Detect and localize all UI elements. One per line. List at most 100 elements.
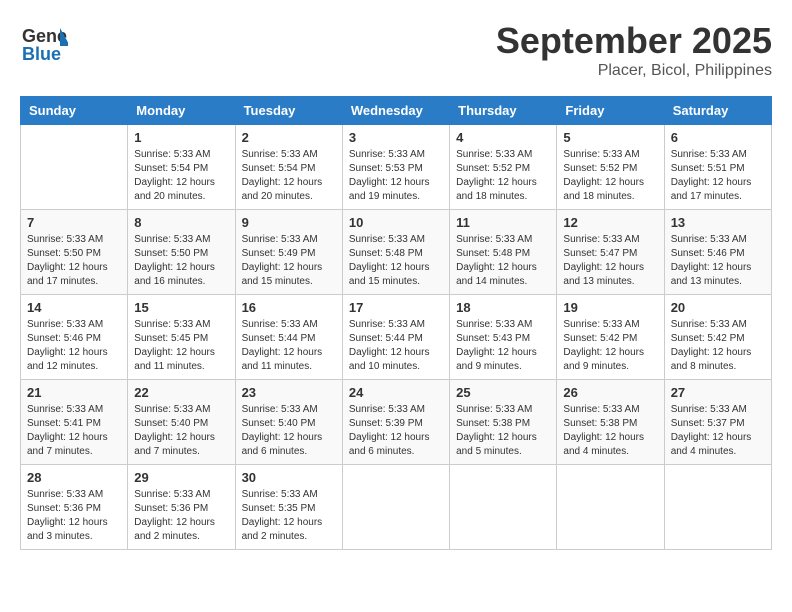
day-number: 22 <box>134 385 228 400</box>
day-info: Sunrise: 5:33 AMSunset: 5:37 PMDaylight:… <box>671 403 765 459</box>
calendar-cell: 3Sunrise: 5:33 AMSunset: 5:53 PMDaylight… <box>342 125 449 210</box>
calendar-dow-sunday: Sunday <box>21 97 128 125</box>
day-number: 10 <box>349 215 443 230</box>
day-number: 1 <box>134 130 228 145</box>
calendar-cell: 18 Sunrise: 5:33 AMSunset: 5:43 PMDayligh… <box>450 295 557 380</box>
calendar-cell: 8 Sunrise: 5:33 AMSunset: 5:50 PMDaylight… <box>128 210 235 295</box>
calendar-cell <box>450 465 557 550</box>
page-header: General Blue September 2025 Placer, Bico… <box>20 20 772 80</box>
day-info: Sunrise: 5:33 AMSunset: 5:49 PMDaylight:… <box>242 233 336 289</box>
calendar-cell: 14 Sunrise: 5:33 AMSunset: 5:46 PMDayligh… <box>21 295 128 380</box>
day-number: 16 <box>242 300 336 315</box>
day-info: Sunrise: 5:33 AMSunset: 5:52 PMDaylight:… <box>563 148 657 204</box>
day-number: 28 <box>27 470 121 485</box>
day-info: Sunrise: 5:33 AMSunset: 5:44 PMDaylight:… <box>349 318 443 374</box>
day-info: Sunrise: 5:33 AMSunset: 5:46 PMDaylight:… <box>671 233 765 289</box>
day-info: Sunrise: 5:33 AMSunset: 5:40 PMDaylight:… <box>134 403 228 459</box>
calendar-cell: 15 Sunrise: 5:33 AMSunset: 5:45 PMDayligh… <box>128 295 235 380</box>
calendar-cell: 17 Sunrise: 5:33 AMSunset: 5:44 PMDayligh… <box>342 295 449 380</box>
day-info: Sunrise: 5:33 AMSunset: 5:40 PMDaylight:… <box>242 403 336 459</box>
day-number: 21 <box>27 385 121 400</box>
calendar-cell: 13Sunrise: 5:33 AMSunset: 5:46 PMDayligh… <box>664 210 771 295</box>
page-title: September 2025 <box>496 20 772 62</box>
day-number: 2 <box>242 130 336 145</box>
calendar-cell: 12 Sunrise: 5:33 AMSunset: 5:47 PMDayligh… <box>557 210 664 295</box>
calendar-cell: 10Sunrise: 5:33 AMSunset: 5:48 PMDayligh… <box>342 210 449 295</box>
day-number: 7 <box>27 215 121 230</box>
day-info: Sunrise: 5:33 AMSunset: 5:39 PMDaylight:… <box>349 403 443 459</box>
day-number: 24 <box>349 385 443 400</box>
day-info: Sunrise: 5:33 AMSunset: 5:38 PMDaylight:… <box>456 403 550 459</box>
logo: General Blue <box>20 20 72 68</box>
calendar-dow-tuesday: Tuesday <box>235 97 342 125</box>
calendar-cell: 26 Sunrise: 5:33 AMSunset: 5:38 PMDayligh… <box>557 380 664 465</box>
title-block: September 2025 Placer, Bicol, Philippine… <box>496 20 772 80</box>
day-info: Sunrise: 5:33 AMSunset: 5:50 PMDaylight:… <box>134 233 228 289</box>
day-info: Sunrise: 5:33 AMSunset: 5:45 PMDaylight:… <box>134 318 228 374</box>
day-info: Sunrise: 5:33 AMSunset: 5:47 PMDaylight:… <box>563 233 657 289</box>
calendar-week-4: 21 Sunrise: 5:33 AMSunset: 5:41 PMDayligh… <box>21 380 772 465</box>
calendar-cell: 11Sunrise: 5:33 AMSunset: 5:48 PMDayligh… <box>450 210 557 295</box>
day-number: 4 <box>456 130 550 145</box>
calendar-cell: 6Sunrise: 5:33 AMSunset: 5:51 PMDaylight… <box>664 125 771 210</box>
day-info: Sunrise: 5:33 AMSunset: 5:54 PMDaylight:… <box>242 148 336 204</box>
day-info: Sunrise: 5:33 AMSunset: 5:50 PMDaylight:… <box>27 233 121 289</box>
calendar-cell <box>664 465 771 550</box>
calendar-cell <box>21 125 128 210</box>
calendar-dow-saturday: Saturday <box>664 97 771 125</box>
calendar-week-1: 1 Sunrise: 5:33 AMSunset: 5:54 PMDaylight… <box>21 125 772 210</box>
day-number: 25 <box>456 385 550 400</box>
calendar-week-3: 14 Sunrise: 5:33 AMSunset: 5:46 PMDayligh… <box>21 295 772 380</box>
calendar-cell: 22 Sunrise: 5:33 AMSunset: 5:40 PMDayligh… <box>128 380 235 465</box>
calendar-dow-friday: Friday <box>557 97 664 125</box>
calendar-cell: 4 Sunrise: 5:33 AMSunset: 5:52 PMDaylight… <box>450 125 557 210</box>
day-info: Sunrise: 5:33 AMSunset: 5:35 PMDaylight:… <box>242 488 336 544</box>
day-number: 14 <box>27 300 121 315</box>
calendar-cell <box>557 465 664 550</box>
day-info: Sunrise: 5:33 AMSunset: 5:36 PMDaylight:… <box>134 488 228 544</box>
calendar-cell: 25 Sunrise: 5:33 AMSunset: 5:38 PMDayligh… <box>450 380 557 465</box>
calendar-cell <box>342 465 449 550</box>
day-number: 18 <box>456 300 550 315</box>
day-number: 5 <box>563 130 657 145</box>
page-subtitle: Placer, Bicol, Philippines <box>496 62 772 80</box>
calendar-cell: 23 Sunrise: 5:33 AMSunset: 5:40 PMDayligh… <box>235 380 342 465</box>
day-number: 8 <box>134 215 228 230</box>
day-info: Sunrise: 5:33 AMSunset: 5:41 PMDaylight:… <box>27 403 121 459</box>
calendar-cell: 2 Sunrise: 5:33 AMSunset: 5:54 PMDaylight… <box>235 125 342 210</box>
day-number: 27 <box>671 385 765 400</box>
calendar-cell: 21 Sunrise: 5:33 AMSunset: 5:41 PMDayligh… <box>21 380 128 465</box>
calendar-header-row: SundayMondayTuesdayWednesdayThursdayFrid… <box>21 97 772 125</box>
day-info: Sunrise: 5:33 AMSunset: 5:48 PMDaylight:… <box>456 233 550 289</box>
calendar-cell: 20 Sunrise: 5:33 AMSunset: 5:42 PMDayligh… <box>664 295 771 380</box>
day-info: Sunrise: 5:33 AMSunset: 5:42 PMDaylight:… <box>671 318 765 374</box>
day-number: 20 <box>671 300 765 315</box>
calendar-cell: 9 Sunrise: 5:33 AMSunset: 5:49 PMDaylight… <box>235 210 342 295</box>
calendar-cell: 27 Sunrise: 5:33 AMSunset: 5:37 PMDayligh… <box>664 380 771 465</box>
day-number: 17 <box>349 300 443 315</box>
day-number: 9 <box>242 215 336 230</box>
calendar-cell: 5 Sunrise: 5:33 AMSunset: 5:52 PMDaylight… <box>557 125 664 210</box>
day-number: 15 <box>134 300 228 315</box>
day-info: Sunrise: 5:33 AMSunset: 5:46 PMDaylight:… <box>27 318 121 374</box>
day-info: Sunrise: 5:33 AMSunset: 5:38 PMDaylight:… <box>563 403 657 459</box>
calendar-dow-wednesday: Wednesday <box>342 97 449 125</box>
calendar-cell: 30Sunrise: 5:33 AMSunset: 5:35 PMDayligh… <box>235 465 342 550</box>
day-info: Sunrise: 5:33 AMSunset: 5:36 PMDaylight:… <box>27 488 121 544</box>
day-number: 23 <box>242 385 336 400</box>
day-number: 12 <box>563 215 657 230</box>
calendar-dow-monday: Monday <box>128 97 235 125</box>
svg-text:Blue: Blue <box>22 44 61 64</box>
day-info: Sunrise: 5:33 AMSunset: 5:53 PMDaylight:… <box>349 148 443 204</box>
logo-icon: General Blue <box>20 20 68 68</box>
day-number: 29 <box>134 470 228 485</box>
day-info: Sunrise: 5:33 AMSunset: 5:44 PMDaylight:… <box>242 318 336 374</box>
calendar-cell: 19Sunrise: 5:33 AMSunset: 5:42 PMDayligh… <box>557 295 664 380</box>
day-info: Sunrise: 5:33 AMSunset: 5:43 PMDaylight:… <box>456 318 550 374</box>
day-info: Sunrise: 5:33 AMSunset: 5:42 PMDaylight:… <box>563 318 657 374</box>
day-info: Sunrise: 5:33 AMSunset: 5:54 PMDaylight:… <box>134 148 228 204</box>
calendar-cell: 7 Sunrise: 5:33 AMSunset: 5:50 PMDaylight… <box>21 210 128 295</box>
day-info: Sunrise: 5:33 AMSunset: 5:51 PMDaylight:… <box>671 148 765 204</box>
day-info: Sunrise: 5:33 AMSunset: 5:52 PMDaylight:… <box>456 148 550 204</box>
day-number: 26 <box>563 385 657 400</box>
